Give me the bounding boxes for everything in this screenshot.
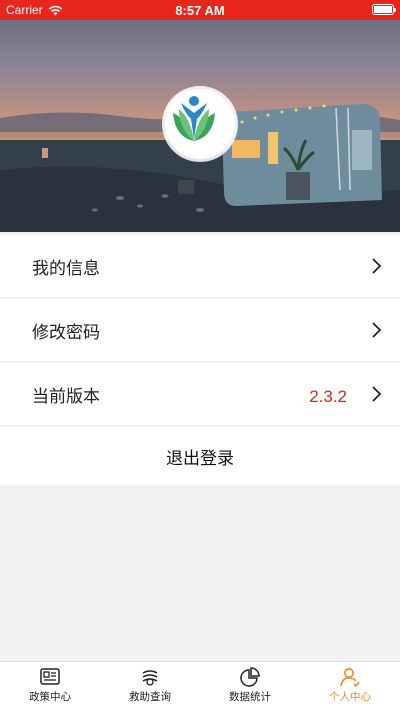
pie-chart-icon: [240, 667, 260, 687]
logout-button[interactable]: 退出登录: [0, 427, 400, 485]
menu-label-current-version: 当前版本: [32, 386, 100, 407]
menu-label-my-info: 我的信息: [32, 258, 100, 279]
tab-label: 个人中心: [329, 691, 371, 703]
chevron-right-icon: [372, 258, 382, 274]
menu-label-change-password: 修改密码: [32, 322, 100, 343]
tab-policy-center[interactable]: 政策中心: [0, 662, 100, 710]
tab-label: 政策中心: [29, 691, 71, 703]
tab-relief-query[interactable]: 救助查询: [100, 662, 200, 710]
person-icon: [340, 668, 360, 687]
menu-item-my-info[interactable]: 我的信息: [0, 235, 400, 297]
tab-label: 数据统计: [229, 691, 271, 703]
tab-label: 救助查询: [129, 691, 171, 703]
search-help-icon: [142, 670, 158, 686]
logo-person-leaf-icon: [166, 90, 222, 146]
news-icon: [40, 668, 60, 685]
menu-item-current-version[interactable]: 当前版本 2.3.2: [0, 363, 400, 425]
tab-personal-center[interactable]: 个人中心: [300, 662, 400, 710]
chevron-right-icon: [372, 322, 382, 338]
status-bar: Carrier 8:57 AM: [0, 0, 400, 20]
menu-item-change-password[interactable]: 修改密码: [0, 299, 400, 361]
profile-banner: [0, 20, 400, 232]
battery-icon: [372, 4, 396, 15]
status-time: 8:57 AM: [175, 3, 225, 18]
tab-data-statistics[interactable]: 数据统计: [200, 662, 300, 710]
tab-bar: 政策中心 救助查询 数据统计 个人中心: [0, 661, 400, 710]
version-value: 2.3.2: [309, 387, 347, 406]
status-right: [372, 4, 396, 15]
app-logo: [165, 89, 235, 159]
chevron-right-icon: [372, 386, 382, 402]
